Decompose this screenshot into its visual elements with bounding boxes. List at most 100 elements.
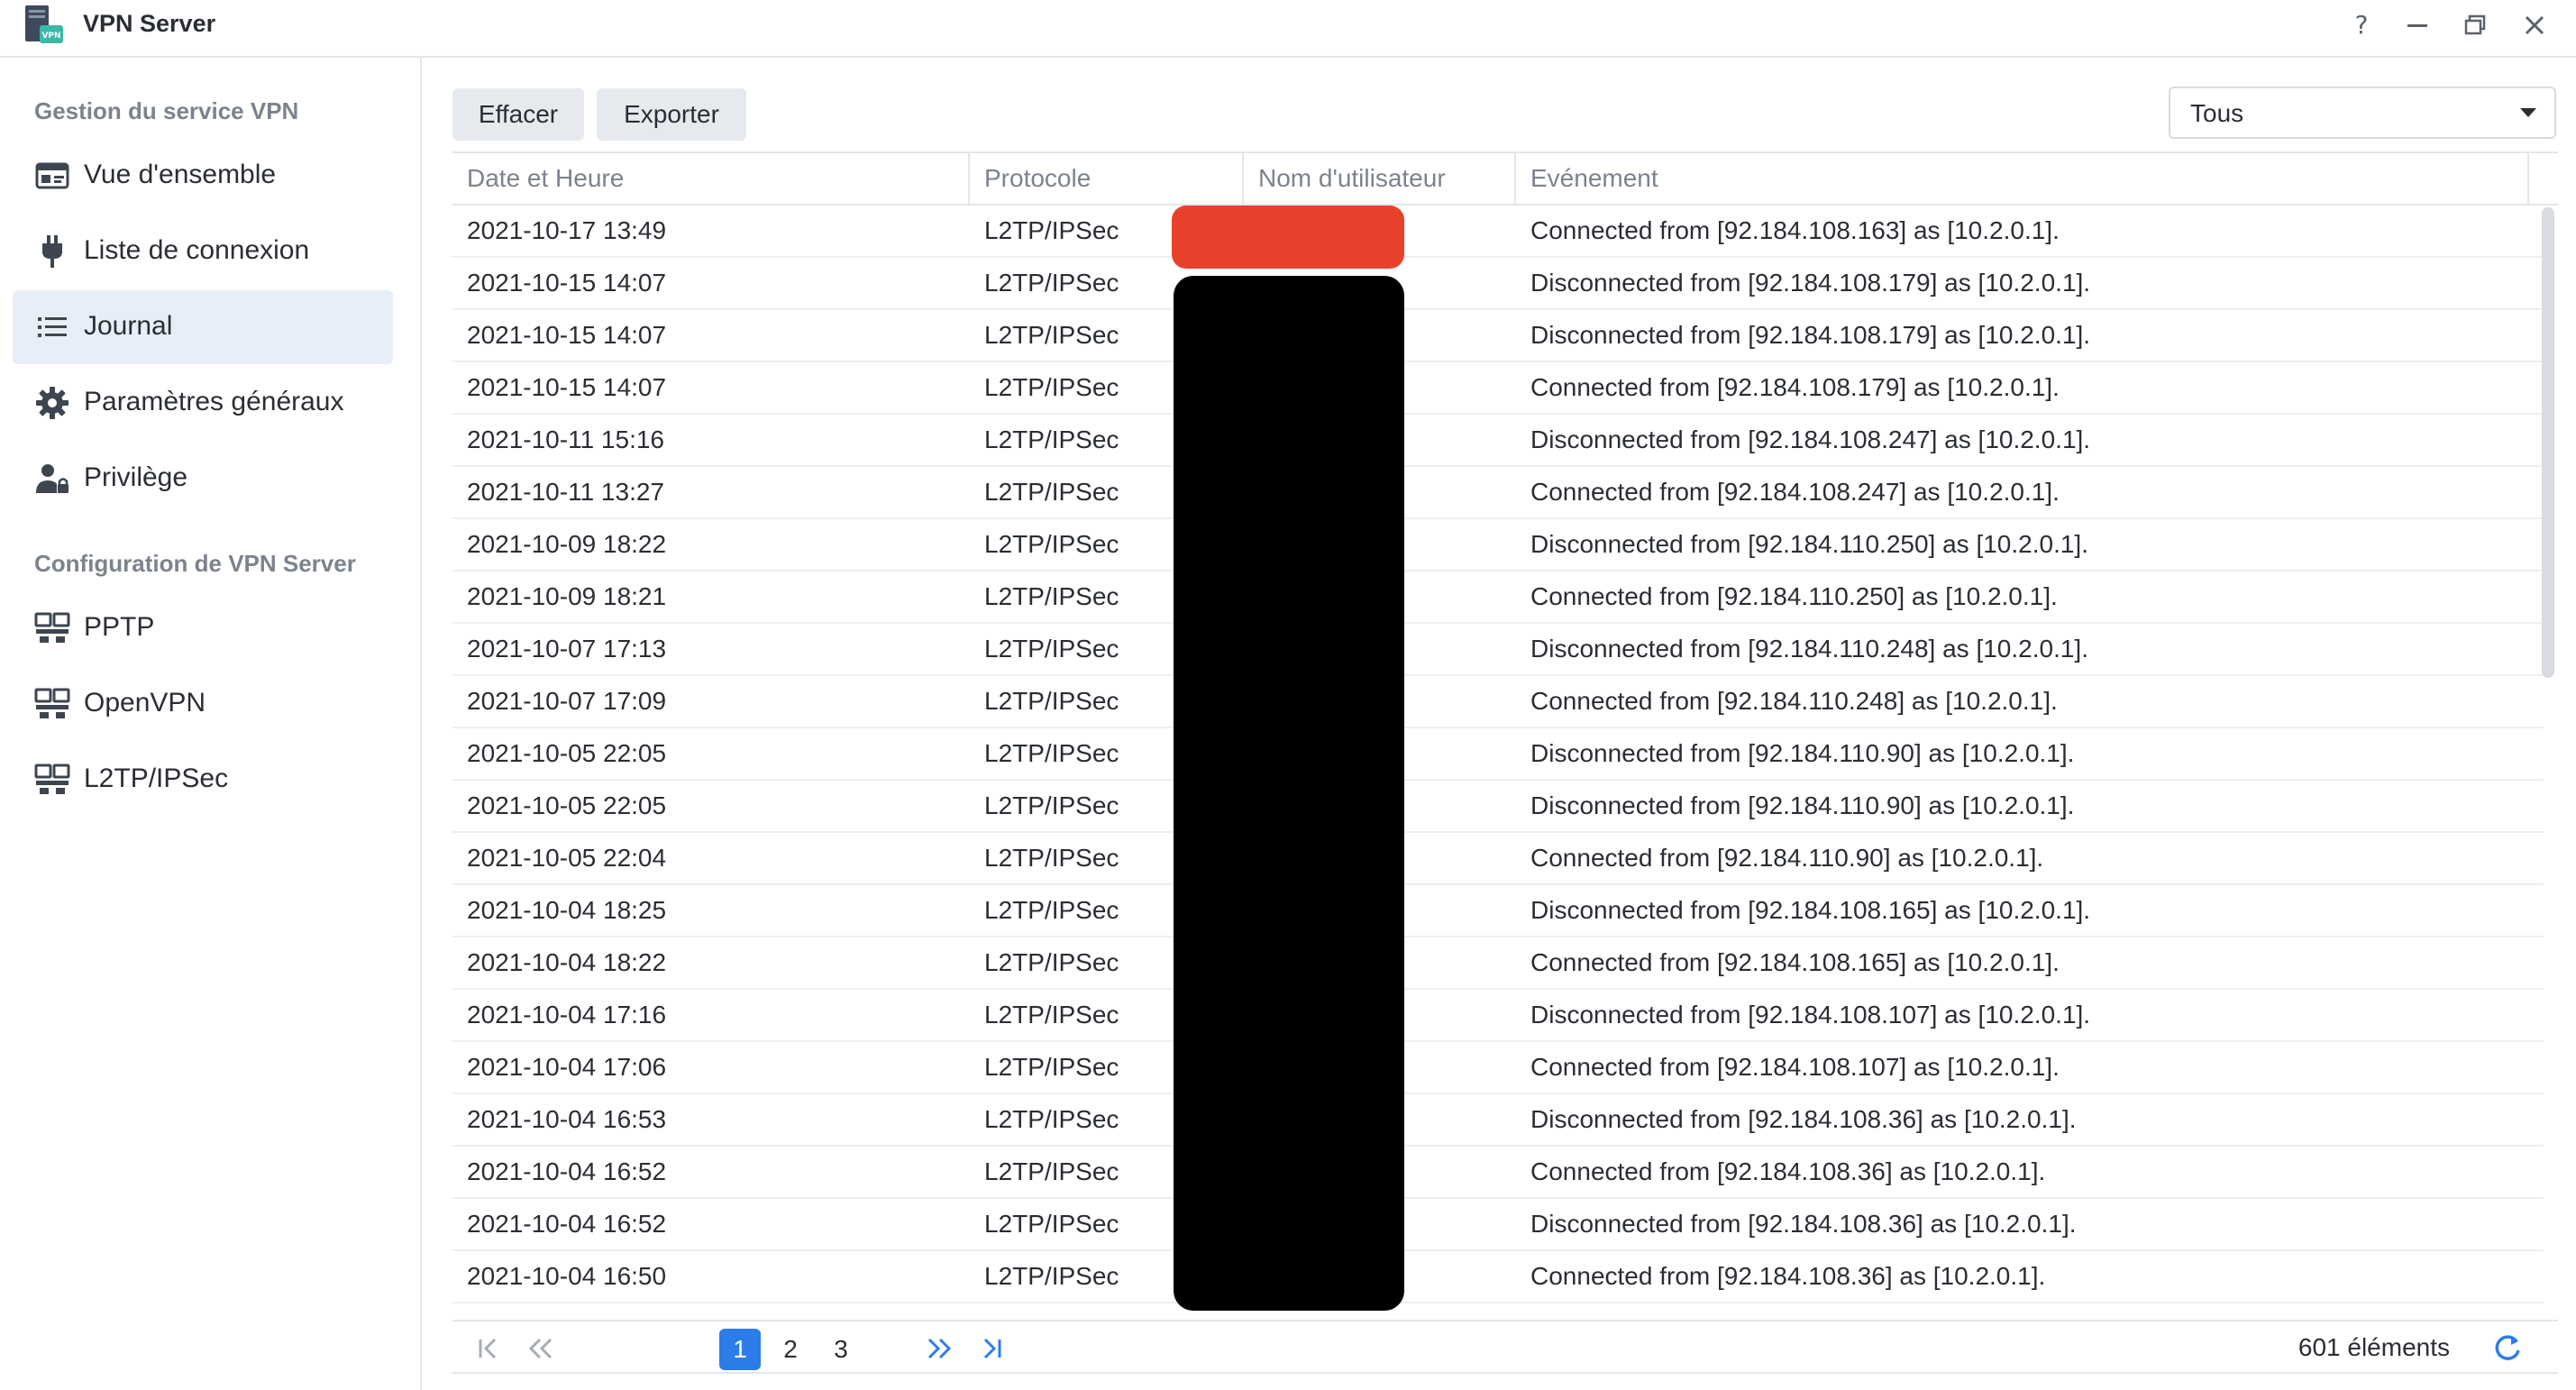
- table-row[interactable]: 2021-10-17 13:49 L2TP/IPSec Connected from…: [452, 206, 2544, 258]
- cell-protocol: L2TP/IPSec: [984, 1210, 1119, 1238]
- table-row[interactable]: 2021-10-11 13:27 L2TP/IPSec Connected from…: [452, 467, 2544, 519]
- table-row[interactable]: 2021-10-04 16:52 L2TP/IPSec Connected from…: [452, 1147, 2544, 1199]
- sidebar-item-overview[interactable]: Vue d'ensemble: [13, 139, 393, 213]
- table-row[interactable]: 2021-10-04 17:06 L2TP/IPSec Connected from…: [452, 1042, 2544, 1094]
- page-3-button[interactable]: 3: [820, 1329, 862, 1370]
- sidebar-item-privilege[interactable]: Privilège: [13, 442, 393, 516]
- cell-protocol: L2TP/IPSec: [984, 635, 1119, 663]
- sidebar-item-label: L2TP/IPSec: [84, 764, 229, 793]
- cell-event: Connected from [92.184.108.165] as [10.2…: [1530, 948, 2060, 976]
- section-title-config: Configuration de VPN Server: [34, 550, 356, 577]
- redaction-mark-black: [1174, 276, 1404, 1311]
- cell-protocol: L2TP/IPSec: [984, 687, 1119, 715]
- table-row[interactable]: 2021-10-09 18:22 L2TP/IPSec Disconnected f…: [452, 519, 2544, 572]
- cell-protocol: L2TP/IPSec: [984, 582, 1119, 610]
- next-page-icon[interactable]: [921, 1331, 957, 1367]
- close-icon[interactable]: [2515, 5, 2554, 45]
- table-row[interactable]: 2021-10-07 17:09 L2TP/IPSec Connected from…: [452, 676, 2544, 728]
- list-icon: [38, 317, 67, 337]
- sidebar-item-general-settings[interactable]: Paramètres généraux: [13, 366, 393, 440]
- minimize-icon[interactable]: [2398, 5, 2437, 45]
- vpn-server-icon: VPN: [25, 5, 63, 43]
- cell-date: 2021-10-04 16:52: [467, 1157, 667, 1185]
- last-page-icon[interactable]: [973, 1331, 1009, 1367]
- cell-event: Connected from [92.184.108.163] as [10.2…: [1530, 216, 2060, 244]
- log-table: Date et Heure Protocole Nom d'utilisateu…: [452, 151, 2558, 1320]
- network-icon: [34, 764, 70, 794]
- vertical-scrollbar[interactable]: [2542, 207, 2554, 678]
- export-button[interactable]: Exporter: [597, 88, 746, 141]
- cell-protocol: L2TP/IPSec: [984, 739, 1119, 767]
- cell-date: 2021-10-04 16:50: [467, 1262, 667, 1290]
- table-row[interactable]: 2021-10-07 17:13 L2TP/IPSec Disconnected f…: [452, 624, 2544, 676]
- cell-event: Connected from [92.184.110.248] as [10.2…: [1530, 687, 2058, 715]
- table-row[interactable]: 2021-10-04 16:50 L2TP/IPSec Connected from…: [452, 1251, 2544, 1303]
- gear-icon: [36, 387, 69, 419]
- sidebar-item-connection-list[interactable]: Liste de connexion: [13, 215, 393, 288]
- sidebar-item-pptp[interactable]: PPTP: [13, 591, 393, 665]
- svg-text:?: ?: [2355, 12, 2369, 39]
- caret-down-icon: [2520, 108, 2536, 117]
- section-title-service: Gestion du service VPN: [34, 97, 299, 124]
- network-icon: [34, 612, 70, 643]
- cell-date: 2021-10-04 17:06: [467, 1053, 667, 1081]
- sidebar-item-journal[interactable]: Journal: [13, 290, 393, 364]
- sidebar-item-label: OpenVPN: [84, 688, 206, 718]
- cell-protocol: L2TP/IPSec: [984, 478, 1119, 506]
- column-header-date[interactable]: Date et Heure: [452, 153, 970, 204]
- log-filter-select[interactable]: Tous: [2169, 87, 2556, 139]
- table-row[interactable]: 2021-10-05 22:05 L2TP/IPSec Disconnected f…: [452, 781, 2544, 833]
- cell-event: Connected from [92.184.108.247] as [10.2…: [1530, 478, 2060, 506]
- table-row[interactable]: 2021-10-09 18:21 L2TP/IPSec Connected from…: [452, 572, 2544, 624]
- column-header-event[interactable]: Evénement: [1516, 153, 2529, 204]
- column-header-username[interactable]: Nom d'utilisateur: [1244, 153, 1516, 204]
- table-row[interactable]: 2021-10-15 14:07 L2TP/IPSec Disconnected f…: [452, 310, 2544, 362]
- cell-event: Disconnected from [92.184.108.36] as [10…: [1530, 1210, 2077, 1238]
- cell-protocol: L2TP/IPSec: [984, 948, 1119, 976]
- table-row[interactable]: 2021-10-05 22:04 L2TP/IPSec Connected from…: [452, 833, 2544, 885]
- first-page-icon[interactable]: [470, 1331, 507, 1367]
- cell-date: 2021-10-09 18:21: [467, 582, 667, 610]
- svg-text:VPN: VPN: [41, 32, 60, 41]
- sidebar-item-label: Vue d'ensemble: [84, 160, 277, 189]
- sidebar-item-openvpn[interactable]: OpenVPN: [13, 667, 393, 741]
- cell-event: Disconnected from [92.184.110.90] as [10…: [1530, 739, 2075, 767]
- sidebar: Gestion du service VPN Vue d'ensemble Li…: [0, 58, 422, 1390]
- table-row[interactable]: 2021-10-04 18:25 L2TP/IPSec Disconnected f…: [452, 885, 2544, 937]
- table-header: Date et Heure Protocole Nom d'utilisateu…: [452, 153, 2558, 206]
- cell-protocol: L2TP/IPSec: [984, 896, 1119, 924]
- table-row[interactable]: 2021-10-15 14:07 L2TP/IPSec Connected from…: [452, 362, 2544, 415]
- cell-protocol: L2TP/IPSec: [984, 425, 1119, 453]
- sidebar-item-label: Journal: [84, 311, 173, 341]
- table-row[interactable]: 2021-10-04 18:22 L2TP/IPSec Connected from…: [452, 937, 2544, 990]
- clear-button[interactable]: Effacer: [452, 88, 584, 141]
- cell-protocol: L2TP/IPSec: [984, 791, 1119, 819]
- restore-icon[interactable]: [2455, 5, 2495, 45]
- table-row[interactable]: 2021-10-04 17:16 L2TP/IPSec Disconnected f…: [452, 990, 2544, 1042]
- table-row[interactable]: 2021-10-04 16:53 L2TP/IPSec Disconnected f…: [452, 1094, 2544, 1147]
- page-1-button[interactable]: 1: [719, 1329, 761, 1370]
- table-row[interactable]: 2021-10-15 14:07 L2TP/IPSec Disconnected f…: [452, 258, 2544, 310]
- cell-date: 2021-10-11 15:16: [467, 425, 664, 453]
- cell-protocol: L2TP/IPSec: [984, 1105, 1119, 1133]
- table-row[interactable]: 2021-10-04 16:52 L2TP/IPSec Disconnected f…: [452, 1199, 2544, 1251]
- plug-icon: [42, 235, 62, 268]
- cell-date: 2021-10-07 17:09: [467, 687, 667, 715]
- cell-event: Connected from [92.184.108.179] as [10.2…: [1530, 373, 2060, 401]
- title-bar: VPN VPN Server ?: [0, 0, 2576, 58]
- table-row[interactable]: 2021-10-05 22:05 L2TP/IPSec Disconnected f…: [452, 728, 2544, 781]
- cell-protocol: L2TP/IPSec: [984, 373, 1119, 401]
- cell-date: 2021-10-15 14:07: [467, 373, 667, 401]
- network-icon: [34, 688, 70, 718]
- prev-page-icon[interactable]: [523, 1331, 559, 1367]
- refresh-icon[interactable]: [2491, 1332, 2524, 1365]
- cell-event: Disconnected from [92.184.108.179] as [1…: [1530, 321, 2091, 349]
- sidebar-item-l2tp-ipsec[interactable]: L2TP/IPSec: [13, 743, 393, 817]
- page-2-button[interactable]: 2: [770, 1329, 811, 1370]
- cell-event: Connected from [92.184.110.90] as [10.2.…: [1530, 844, 2044, 872]
- help-icon[interactable]: ?: [2342, 5, 2381, 45]
- column-header-protocol[interactable]: Protocole: [970, 153, 1244, 204]
- user-lock-icon: [36, 464, 69, 493]
- table-row[interactable]: 2021-10-11 15:16 L2TP/IPSec Disconnected f…: [452, 415, 2544, 467]
- cell-date: 2021-10-04 18:25: [467, 896, 667, 924]
